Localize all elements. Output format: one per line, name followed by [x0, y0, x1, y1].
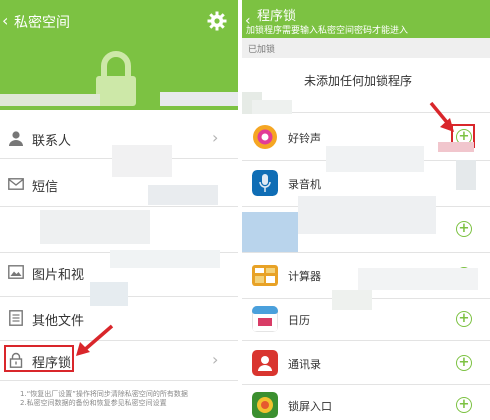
annotation-arrow — [76, 324, 114, 356]
annotation-arrow — [429, 101, 454, 132]
envelope-icon — [8, 178, 24, 190]
blur-patch — [112, 145, 172, 177]
app-label: 计算器 — [288, 270, 321, 283]
app-row: 通讯录 + — [242, 344, 490, 384]
app-lock-screen: ‹ 程序锁 加锁程序需要输入私密空间密码才能进入 已加锁 未添加任何加锁程序 好… — [242, 0, 490, 420]
app-row: 锁屏入口 + — [242, 386, 490, 420]
page-subtitle: 加锁程序需要输入私密空间密码才能进入 — [246, 26, 409, 36]
person-icon — [9, 131, 23, 146]
note-line: 2.私密空间数据的备份和恢复参见私密空间设置 — [20, 399, 167, 407]
divider — [242, 384, 490, 385]
chevron-left-icon[interactable]: ‹ — [2, 13, 14, 29]
add-lock-button[interactable]: + — [456, 221, 472, 237]
contacts-icon — [252, 350, 278, 376]
microphone-icon — [252, 170, 278, 196]
app-lock-header: ‹ 程序锁 加锁程序需要输入私密空间密码才能进入 — [242, 0, 490, 38]
blur-patch — [438, 142, 474, 152]
blur-patch — [160, 92, 238, 106]
add-lock-button[interactable]: + — [456, 355, 472, 371]
blur-patch — [252, 100, 292, 114]
calendar-icon — [252, 306, 278, 332]
divider — [242, 340, 490, 341]
chevron-right-icon: › — [212, 128, 219, 147]
divider — [0, 380, 238, 381]
divider — [0, 206, 238, 207]
divider — [242, 252, 490, 253]
document-icon — [9, 310, 23, 326]
page-title: 程序锁 — [257, 9, 297, 24]
reset-notes: 1.“恢复出厂设置”操作将同步清除私密空间的所有数据 2.私密空间数据的备份和恢… — [20, 390, 235, 408]
blur-patch — [40, 210, 150, 244]
blur-patch — [110, 250, 220, 268]
picture-icon — [8, 265, 24, 279]
photos-videos-label: 图片和视 — [32, 268, 85, 283]
highlight-box — [4, 345, 74, 372]
page-title: 私密空间 — [14, 15, 70, 31]
blur-patch — [456, 160, 476, 190]
title-bar: ‹ 私密空间 — [0, 0, 238, 42]
ringtone-icon — [253, 125, 277, 149]
note-line: 1.“恢复出厂设置”操作将同步清除私密空间的所有数据 — [20, 390, 188, 398]
calculator-icon — [252, 265, 278, 286]
blur-patch — [298, 196, 436, 234]
gear-icon[interactable] — [207, 11, 227, 31]
locked-section-header: 已加锁 — [242, 38, 490, 58]
app-label: 好铃声 — [288, 132, 321, 145]
sms-label: 短信 — [32, 180, 59, 195]
section-label: 已加锁 — [248, 45, 276, 55]
add-lock-button[interactable]: + — [456, 397, 472, 413]
blur-patch — [148, 185, 218, 205]
blur-patch — [326, 146, 424, 172]
app-label: 锁屏入口 — [288, 400, 332, 413]
blur-patch — [0, 94, 100, 106]
lockscreen-icon — [252, 392, 278, 418]
blur-patch — [332, 290, 372, 310]
empty-state: 未添加任何加锁程序 — [304, 74, 413, 88]
app-label: 通讯录 — [288, 358, 321, 371]
add-lock-button[interactable]: + — [456, 311, 472, 327]
app-label: 日历 — [288, 314, 310, 327]
chevron-right-icon: › — [212, 350, 219, 369]
app-label: 录音机 — [288, 178, 321, 191]
contacts-label: 联系人 — [32, 134, 72, 149]
blur-patch — [90, 282, 128, 306]
blur-patch — [358, 268, 478, 290]
private-space-screen: ‹ 私密空间 联系人 › 短信 图片和视 其他文件 程序锁 › 1.“恢复出厂设… — [0, 0, 238, 420]
blur-patch — [242, 212, 298, 252]
